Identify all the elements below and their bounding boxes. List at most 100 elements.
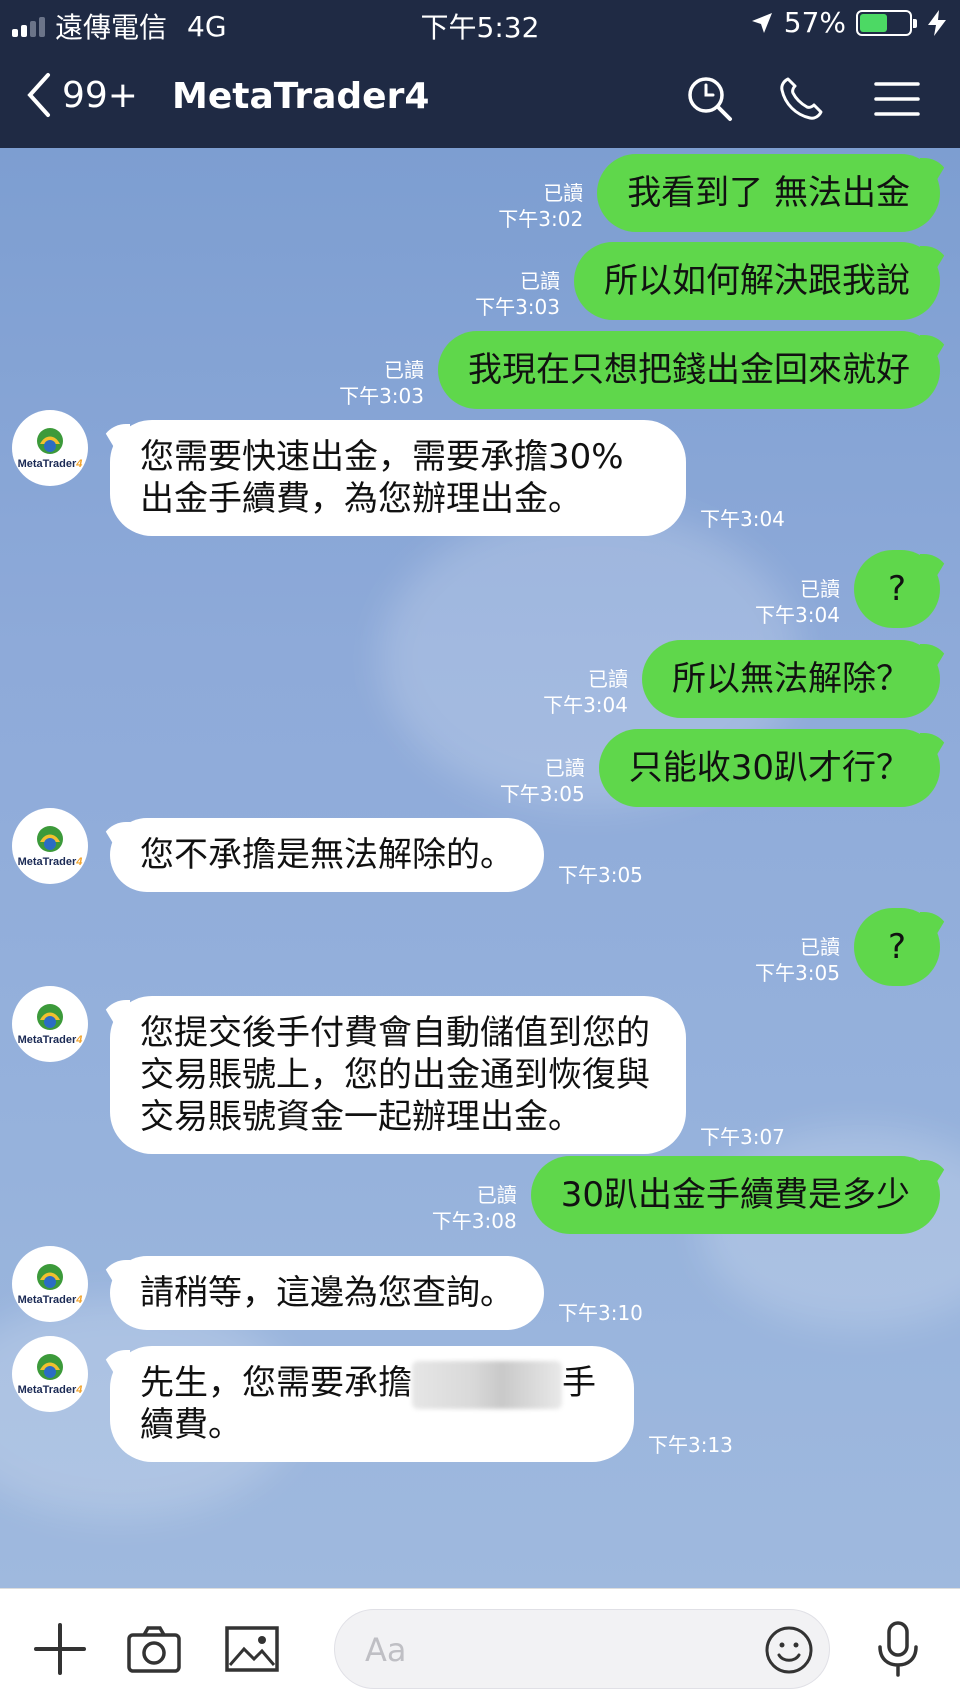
- chat-header: 99+ MetaTrader4: [0, 48, 960, 148]
- location-arrow-icon: [751, 12, 772, 33]
- camera-icon[interactable]: [124, 1619, 184, 1679]
- logo-suffix: 4: [76, 1384, 83, 1396]
- outgoing-message: 已讀 下午3:04 所以無法解除？: [543, 640, 940, 718]
- outgoing-message: 已讀 下午3:03 我現在只想把錢出金回來就好: [339, 331, 940, 409]
- read-receipt: 已讀: [520, 269, 560, 293]
- read-receipt: 已讀: [476, 1183, 517, 1207]
- incoming-message: MetaTrader4 您不承擔是無法解除的。 下午3:05: [12, 808, 643, 892]
- message-time: 下午3:03: [339, 384, 424, 408]
- message-meta: 已讀 下午3:04: [543, 666, 628, 718]
- message-bubble[interactable]: 30趴出金手續費是多少: [530, 1156, 940, 1234]
- message-bubble[interactable]: 請稍等，這邊為您查詢。: [110, 1256, 544, 1330]
- unread-count: 99+: [62, 74, 138, 116]
- battery-percent: 57%: [783, 6, 846, 39]
- read-receipt: 已讀: [384, 358, 424, 382]
- logo-suffix: 4: [76, 1034, 83, 1046]
- image-icon[interactable]: [222, 1619, 282, 1679]
- message-meta: 已讀 下午3:05: [755, 934, 840, 986]
- message-bubble[interactable]: 只能收30趴才行？: [598, 729, 940, 807]
- outgoing-message: 已讀 下午3:08 30趴出金手續費是多少: [432, 1156, 940, 1234]
- battery-fill: [860, 13, 888, 32]
- emoji-icon[interactable]: [763, 1624, 815, 1676]
- read-receipt: 已讀: [799, 577, 840, 601]
- message-bubble[interactable]: 所以如何解決跟我說: [574, 242, 940, 320]
- incoming-message: MetaTrader4 您需要快速出金，需要承擔30%出金手續費，為您辦理出金。…: [12, 410, 785, 536]
- microphone-icon[interactable]: [868, 1619, 928, 1679]
- message-time: 下午3:04: [700, 507, 785, 531]
- message-input-field[interactable]: [334, 1609, 830, 1689]
- avatar[interactable]: MetaTrader4: [12, 1336, 88, 1412]
- message-time: 下午3:13: [648, 1433, 733, 1457]
- message-bubble[interactable]: ?: [853, 550, 940, 628]
- message-text-start: 先生，您需要承擔: [140, 1363, 412, 1403]
- chevron-left-icon: [27, 73, 50, 117]
- message-meta: 已讀 下午3:05: [500, 755, 585, 807]
- message-time: 下午3:03: [475, 295, 560, 319]
- message-bubble[interactable]: 您不承擔是無法解除的。: [110, 818, 544, 892]
- metatrader-logo-icon: [37, 1004, 63, 1030]
- avatar[interactable]: MetaTrader4: [12, 808, 88, 884]
- outgoing-message: 已讀 下午3:05 只能收30趴才行？: [500, 729, 940, 807]
- avatar[interactable]: MetaTrader4: [12, 986, 88, 1062]
- logo-suffix: 4: [76, 1294, 83, 1306]
- avatar[interactable]: MetaTrader4: [12, 410, 88, 486]
- message-time: 下午3:05: [558, 863, 643, 887]
- outgoing-message: 已讀 下午3:05 ?: [755, 908, 940, 986]
- plus-icon[interactable]: [30, 1619, 90, 1679]
- avatar[interactable]: MetaTrader4: [12, 1246, 88, 1322]
- phone-icon[interactable]: [776, 74, 826, 124]
- message-bubble[interactable]: 我現在只想把錢出金回來就好: [438, 331, 940, 409]
- menu-icon[interactable]: [872, 74, 922, 124]
- battery-icon: [856, 9, 917, 36]
- message-meta: 已讀 下午3:04: [755, 576, 840, 628]
- read-receipt: 已讀: [588, 667, 628, 691]
- read-receipt: 已讀: [799, 935, 840, 959]
- message-meta: 已讀 下午3:08: [432, 1182, 517, 1234]
- message-input[interactable]: [365, 1628, 725, 1672]
- metatrader-logo-icon: [37, 1354, 63, 1380]
- logo-text: MetaTrader: [17, 1034, 77, 1046]
- message-meta: 已讀 下午3:03: [339, 357, 424, 409]
- redacted-blur: [412, 1360, 562, 1409]
- back-button[interactable]: 99+: [26, 72, 138, 118]
- charging-bolt-icon: [928, 9, 946, 36]
- message-time: 下午3:04: [543, 693, 628, 717]
- read-receipt: 已讀: [543, 181, 584, 205]
- incoming-message: MetaTrader4 請稍等，這邊為您查詢。 下午3:10: [12, 1246, 643, 1330]
- message-bubble[interactable]: 您提交後手付費會自動儲值到您的交易賬號上，您的出金通到恢復與交易賬號資金一起辦理…: [110, 996, 686, 1154]
- logo-suffix: 4: [76, 458, 83, 470]
- message-bubble[interactable]: 所以無法解除？: [642, 640, 940, 718]
- message-time: 下午3:05: [499, 782, 585, 806]
- metatrader-logo-icon: [37, 1264, 63, 1290]
- outgoing-message: 已讀 下午3:03 所以如何解決跟我說: [475, 242, 940, 320]
- message-time: 下午3:08: [431, 1209, 517, 1233]
- logo-text: MetaTrader: [17, 1384, 77, 1396]
- logo-text: MetaTrader: [17, 458, 77, 470]
- message-bubble[interactable]: 您需要快速出金，需要承擔30%出金手續費，為您辦理出金。: [110, 420, 686, 536]
- logo-suffix: 4: [76, 856, 83, 868]
- message-meta: 已讀 下午3:03: [475, 268, 560, 320]
- incoming-message: MetaTrader4 先生，您需要承擔 手續費。 下午3:13: [12, 1336, 733, 1462]
- message-list[interactable]: 已讀 下午3:02 我看到了 無法出金 已讀 下午3:03 所以如何解決跟我說 已讀…: [0, 148, 960, 1588]
- message-time: 下午3:02: [498, 207, 584, 231]
- status-bar: 遠傳電信 4G 下午5:32 57%: [0, 0, 960, 48]
- chat-title: MetaTrader4: [172, 76, 430, 117]
- outgoing-message: 已讀 下午3:04 ?: [755, 550, 940, 628]
- outgoing-message: 已讀 下午3:02 我看到了 無法出金: [498, 154, 940, 232]
- search-icon[interactable]: [685, 74, 735, 124]
- message-bubble[interactable]: 我看到了 無法出金: [597, 154, 940, 232]
- status-right: 57%: [750, 6, 946, 39]
- metatrader-logo-icon: [37, 826, 63, 852]
- input-bar: [0, 1588, 960, 1707]
- message-time: 下午3:04: [755, 603, 840, 627]
- message-bubble[interactable]: 先生，您需要承擔 手續費。: [110, 1346, 634, 1462]
- message-bubble[interactable]: ?: [853, 908, 940, 986]
- message-time: 下午3:10: [558, 1301, 643, 1325]
- read-receipt: 已讀: [544, 756, 585, 780]
- incoming-message: MetaTrader4 您提交後手付費會自動儲值到您的交易賬號上，您的出金通到恢…: [12, 986, 785, 1154]
- message-time: 下午3:07: [700, 1125, 785, 1149]
- logo-text: MetaTrader: [17, 856, 77, 868]
- message-time: 下午3:05: [755, 961, 840, 985]
- metatrader-logo-icon: [37, 428, 63, 454]
- logo-text: MetaTrader: [17, 1294, 77, 1306]
